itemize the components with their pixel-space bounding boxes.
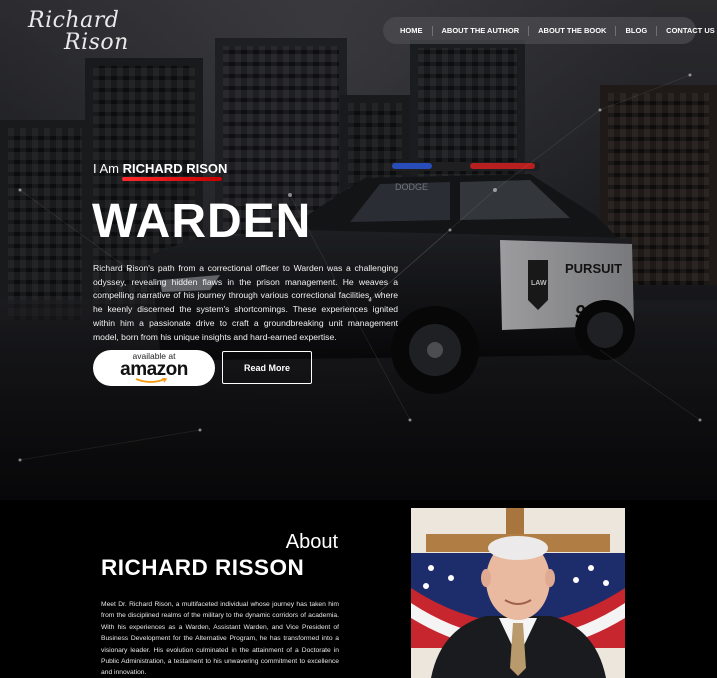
- nav-contact[interactable]: CONTACT US: [656, 25, 717, 36]
- hero-title: WARDEN: [92, 195, 312, 248]
- network-lines-decoration: [18, 73, 702, 462]
- amazon-button[interactable]: available at amazon: [93, 350, 215, 386]
- about-heading: RICHARD RISSON: [101, 555, 305, 580]
- about-section: About RICHARD RISSON Meet Dr. Richard Ri…: [0, 500, 717, 678]
- nav-blog[interactable]: BLOG: [615, 25, 656, 36]
- main-nav: HOME ABOUT THE AUTHOR ABOUT THE BOOK BLO…: [383, 17, 715, 44]
- hero-description: Richard Rison's path from a correctional…: [93, 263, 398, 342]
- hero-section: PURSUIT 911 LAW DODGE: [0, 0, 717, 500]
- nav-about-book[interactable]: ABOUT THE BOOK: [528, 25, 615, 36]
- name-underline-decoration: [122, 177, 222, 181]
- hero-name: RICHARD RISON: [122, 161, 228, 176]
- hero-iam-text: I Am: [93, 161, 120, 176]
- about-subheading: About: [285, 531, 338, 553]
- author-portrait-image: [411, 508, 625, 678]
- amazon-smile-icon: [135, 378, 167, 383]
- about-description: Meet Dr. Richard Rison, a multifaceted i…: [101, 601, 339, 677]
- hero-intro: I Am RICHARD RISON: [93, 161, 227, 176]
- author-photo: [411, 508, 625, 678]
- read-more-button[interactable]: Read More: [222, 351, 312, 384]
- nav-home[interactable]: HOME: [391, 26, 432, 36]
- logo-line2: Rison: [64, 30, 129, 55]
- nav-about-author[interactable]: ABOUT THE AUTHOR: [431, 25, 529, 36]
- site-logo[interactable]: Richard Rison: [28, 8, 128, 56]
